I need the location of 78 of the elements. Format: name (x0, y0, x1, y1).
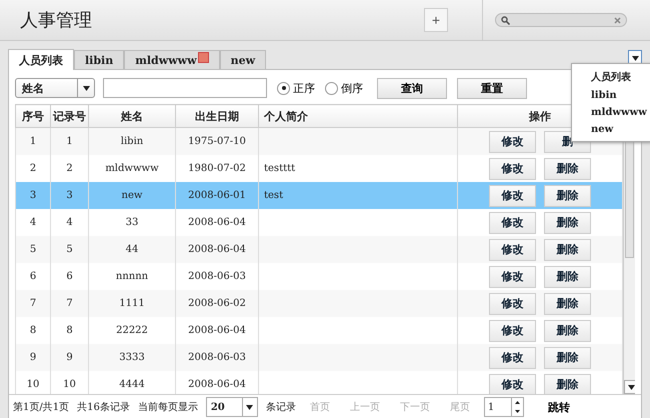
row-action-button[interactable]: 删除 (544, 320, 591, 342)
table-cell: 2008-06-01 (176, 182, 258, 209)
row-action-button[interactable]: 删除 (544, 374, 591, 394)
table-cell: 9 (50, 344, 88, 371)
table-cell: 7 (16, 290, 50, 317)
row-action-button[interactable]: 修改 (489, 184, 536, 206)
sort-radio[interactable]: 倒序 (325, 80, 367, 96)
caret-icon (82, 86, 90, 90)
tab[interactable]: libin (74, 50, 124, 69)
menu-item[interactable]: libin (572, 87, 650, 104)
page-title: 人事管理 (19, 9, 93, 32)
caret-icon (246, 404, 254, 410)
table-cell: 7 (50, 290, 88, 317)
table-cell: test (258, 182, 458, 209)
column-header[interactable]: 出生日期 (176, 104, 258, 128)
table-cell: libin (88, 128, 176, 155)
table-cell: 3 (16, 182, 50, 209)
row-action-button[interactable]: 删除 (544, 266, 591, 288)
row-action-button[interactable]: 修改 (489, 292, 536, 314)
row-action-button[interactable]: 修改 (489, 320, 536, 342)
row-action-button[interactable]: 修改 (489, 130, 536, 152)
row-action-button[interactable]: 删除 (544, 238, 591, 260)
row-action-button[interactable]: 删除 (544, 158, 591, 180)
tab[interactable]: new (220, 50, 266, 69)
close-icon[interactable] (198, 52, 209, 63)
search-input[interactable] (103, 78, 267, 98)
table-cell: 1975-07-10 (176, 128, 258, 155)
column-header[interactable]: 序号 (16, 104, 50, 128)
page-info: 第1页/共1页 (13, 400, 70, 414)
table-cell: 5 (50, 236, 88, 263)
row-action-button[interactable]: 删除 (544, 346, 591, 368)
row-action-button[interactable]: 修改 (489, 238, 536, 260)
tab[interactable]: 人员列表 (8, 49, 74, 70)
table-cell: 2008-06-02 (176, 290, 258, 317)
table-cell: 44 (88, 236, 176, 263)
column-header[interactable]: 个人简介 (258, 104, 458, 128)
field-select[interactable]: 姓名 (15, 78, 95, 98)
row-action-button[interactable]: 修改 (489, 212, 536, 234)
radio-label: 倒序 (341, 80, 363, 96)
table-cell: 1 (16, 128, 50, 155)
scroll-down-icon (628, 384, 634, 390)
radio-label: 正序 (293, 80, 315, 96)
column-header[interactable]: 姓名 (88, 104, 176, 128)
sort-radio[interactable]: 正序 (277, 80, 319, 96)
row-action-button[interactable]: 修改 (489, 346, 536, 368)
table-cell: 1 (50, 128, 88, 155)
table-cell: 3 (50, 182, 88, 209)
page-input[interactable]: 1 (484, 397, 524, 417)
table-cell: 2008-06-03 (176, 344, 258, 371)
spin-up-icon[interactable] (514, 401, 520, 404)
row-action-button[interactable]: 修改 (489, 158, 536, 180)
toolbar-button[interactable]: 重置 (457, 78, 527, 98)
caret-icon (632, 56, 638, 60)
column-header[interactable]: 记录号 (50, 104, 88, 128)
add-button[interactable]: + (424, 8, 448, 32)
table-cell: 2008-06-04 (176, 236, 258, 263)
table-cell: 5 (16, 236, 50, 263)
table-cell: new (88, 182, 176, 209)
page-size-select[interactable]: 20 (206, 397, 258, 417)
table-cell: 3333 (88, 344, 176, 371)
toolbar-button[interactable]: 查询 (377, 78, 447, 98)
clear-icon[interactable] (614, 16, 621, 24)
row-action-button[interactable]: 删除 (544, 184, 591, 206)
record-total: 共16条记录 (77, 400, 130, 414)
menu-item[interactable]: 人员列表 (572, 67, 650, 87)
search-field[interactable] (495, 13, 627, 27)
go-button[interactable]: 跳转 (542, 398, 576, 416)
row-action-button[interactable]: 删除 (544, 292, 591, 314)
table-cell: 1111 (88, 290, 176, 317)
page-size-label: 当前每页显示 (138, 400, 198, 414)
table-cell: 9 (16, 344, 50, 371)
row-action-button[interactable]: 修改 (489, 266, 536, 288)
unit-label: 条记录 (266, 401, 296, 414)
search-icon (501, 16, 510, 24)
row-action-button[interactable]: 修改 (489, 374, 536, 394)
tab[interactable]: mldwwww (124, 50, 220, 69)
spin-down-icon[interactable] (514, 410, 520, 413)
row-action-button[interactable]: 删除 (544, 212, 591, 234)
